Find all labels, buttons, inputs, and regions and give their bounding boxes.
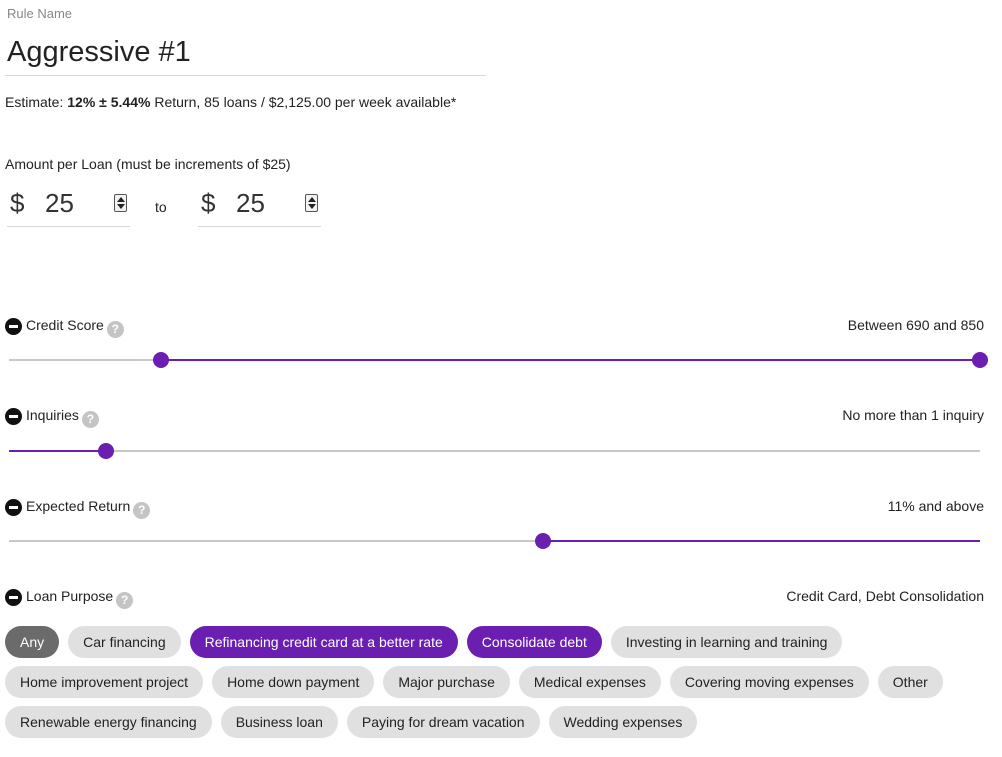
slider-fill	[9, 450, 107, 452]
slider-min-handle[interactable]	[153, 352, 170, 368]
loan-purpose-chip[interactable]: Medical expenses	[518, 666, 661, 698]
loan-purpose-chip[interactable]: Renewable energy financing	[5, 706, 212, 738]
loan-purpose-chip[interactable]: Major purchase	[383, 666, 510, 698]
stepper-down-icon[interactable]	[117, 204, 125, 209]
loan-purpose-chip-list: Any Car financing Refinancing credit card …	[5, 626, 945, 738]
loan-purpose-title: Loan Purpose	[26, 588, 114, 604]
credit-score-slider[interactable]	[9, 350, 988, 370]
slider-fill	[161, 359, 980, 361]
amount-min-stepper[interactable]	[114, 194, 127, 212]
loan-purpose-chip[interactable]: Refinancing credit card at a better rate	[189, 626, 458, 658]
remove-inquiries-icon[interactable]	[5, 408, 22, 425]
loan-purpose-chip[interactable]: Paying for dream vacation	[346, 706, 540, 738]
credit-score-filter-header: Credit Score? Between 690 and 850	[5, 316, 984, 338]
loan-purpose-chip[interactable]: Covering moving expenses	[669, 666, 869, 698]
remove-loan-purpose-icon[interactable]	[5, 589, 22, 606]
loan-purpose-chip[interactable]: Car financing	[68, 626, 181, 658]
slider-max-handle[interactable]	[972, 352, 988, 368]
slider-handle[interactable]	[535, 533, 552, 549]
inquiries-value: No more than 1 inquiry	[842, 407, 984, 423]
expected-return-value: 11% and above	[887, 498, 984, 514]
loan-purpose-chip[interactable]: Any	[5, 626, 60, 658]
credit-score-value: Between 690 and 850	[847, 317, 984, 333]
stepper-up-icon[interactable]	[308, 197, 316, 202]
stepper-up-icon[interactable]	[117, 197, 125, 202]
credit-score-title: Credit Score	[26, 317, 104, 333]
help-icon[interactable]: ?	[106, 321, 124, 338]
range-to-label: to	[155, 199, 167, 215]
amount-per-loan-label: Amount per Loan (must be increments of $…	[5, 156, 291, 172]
amount-max-field: $	[198, 182, 321, 227]
stepper-down-icon[interactable]	[308, 204, 316, 209]
amount-max-stepper[interactable]	[305, 194, 318, 212]
estimate-details: Return, 85 loans / $2,125.00 per week av…	[154, 94, 457, 110]
rule-name-label: Rule Name	[7, 6, 73, 21]
slider-handle[interactable]	[98, 443, 115, 459]
rule-name-input[interactable]	[5, 30, 486, 76]
inquiries-slider[interactable]	[9, 441, 980, 461]
loan-purpose-value: Credit Card, Debt Consolidation	[786, 588, 984, 604]
inquiries-title: Inquiries	[26, 407, 79, 423]
loan-purpose-chip[interactable]: Home improvement project	[5, 666, 204, 698]
slider-track[interactable]	[9, 450, 980, 452]
help-icon[interactable]: ?	[116, 592, 134, 609]
currency-symbol: $	[201, 188, 216, 218]
remove-expected-return-icon[interactable]	[5, 499, 22, 516]
estimate-return-range: 12% ± 5.44%	[67, 94, 151, 110]
estimate-summary: Estimate: 12% ± 5.44% Return, 85 loans /…	[5, 94, 456, 110]
help-icon[interactable]: ?	[133, 502, 151, 519]
expected-return-title: Expected Return	[26, 498, 131, 514]
amount-min-input[interactable]	[45, 188, 105, 219]
estimate-prefix: Estimate:	[5, 94, 64, 110]
amount-min-field: $	[7, 182, 130, 227]
loan-purpose-chip[interactable]: Wedding expenses	[548, 706, 698, 738]
loan-purpose-chip[interactable]: Consolidate debt	[466, 626, 602, 658]
loan-purpose-chip[interactable]: Business loan	[220, 706, 338, 738]
loan-purpose-chip[interactable]: Home down payment	[212, 666, 375, 698]
expected-return-filter-header: Expected Return? 11% and above	[5, 497, 984, 519]
loan-purpose-filter-header: Loan Purpose? Credit Card, Debt Consolid…	[5, 587, 984, 609]
help-icon[interactable]: ?	[81, 411, 99, 428]
loan-purpose-chip[interactable]: Investing in learning and training	[610, 626, 843, 658]
currency-symbol: $	[10, 188, 25, 218]
inquiries-filter-header: Inquiries? No more than 1 inquiry	[5, 406, 984, 428]
amount-max-input[interactable]	[236, 188, 296, 219]
loan-purpose-chip[interactable]: Other	[877, 666, 943, 698]
expected-return-slider[interactable]	[9, 531, 980, 551]
remove-credit-score-icon[interactable]	[5, 318, 22, 335]
slider-fill	[543, 540, 980, 542]
